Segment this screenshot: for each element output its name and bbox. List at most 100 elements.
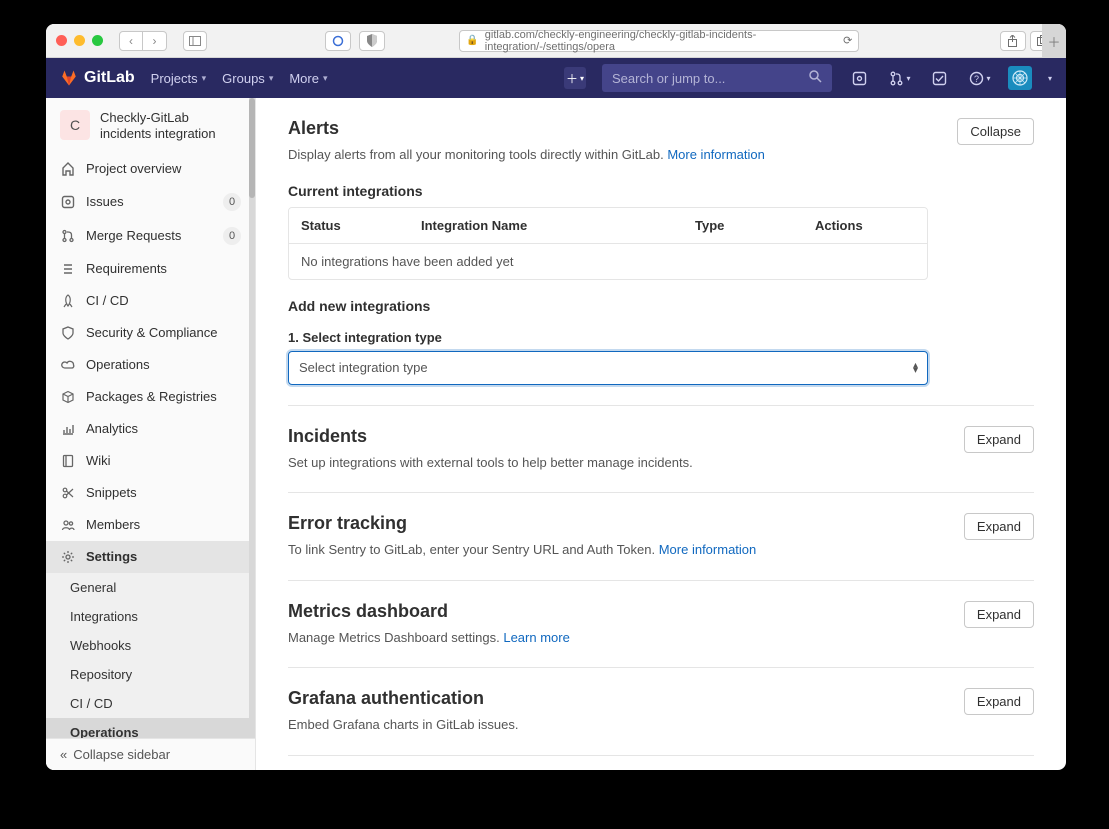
issue-icon (60, 194, 76, 210)
search-input[interactable] (612, 71, 809, 86)
todos-icon[interactable] (928, 71, 952, 86)
chevron-left-icon: « (60, 747, 67, 762)
chevron-down-icon: ▾ (202, 73, 207, 84)
metrics-more-link[interactable]: Learn more (503, 630, 569, 645)
sidebar-item-requirements[interactable]: Requirements (46, 253, 255, 285)
nav-groups[interactable]: Groups▾ (222, 71, 273, 86)
settings-sub-repository[interactable]: Repository (46, 660, 255, 689)
incidents-desc: Set up integrations with external tools … (288, 453, 964, 473)
close-window-icon[interactable] (56, 35, 67, 46)
settings-sub-webhooks[interactable]: Webhooks (46, 631, 255, 660)
issues-shortcut-icon[interactable] (848, 71, 872, 86)
alerts-desc: Display alerts from all your monitoring … (288, 145, 957, 165)
create-new-button[interactable]: ＋▾ (564, 67, 586, 89)
settings-sub-integrations[interactable]: Integrations (46, 602, 255, 631)
reload-icon[interactable]: ⟳ (843, 34, 852, 47)
sidebar-item-members[interactable]: Members (46, 509, 255, 541)
help-icon[interactable]: ? ▾ (968, 71, 992, 86)
new-tab-button[interactable]: ＋ (1042, 24, 1066, 58)
sidebar-item-settings[interactable]: Settings (46, 541, 255, 573)
chevron-down-icon: ▾ (906, 74, 910, 83)
integration-type-select-value[interactable]: Select integration type (288, 351, 928, 385)
shield-2-icon[interactable] (359, 31, 385, 51)
list-icon (60, 261, 76, 277)
project-header[interactable]: C Checkly-GitLab incidents integration (46, 98, 255, 153)
project-name: Checkly-GitLab incidents integration (100, 110, 216, 143)
merge-requests-shortcut-icon[interactable]: ▾ (888, 71, 912, 86)
section-metrics: Metrics dashboard Manage Metrics Dashboa… (288, 581, 1034, 669)
scissor-icon (60, 485, 76, 501)
svg-text:?: ? (974, 74, 979, 84)
sidebar-item-label: Security & Compliance (86, 325, 218, 340)
chevron-down-icon: ▾ (269, 73, 274, 84)
url-bar[interactable]: 🔒 gitlab.com/checkly-engineering/checkly… (459, 30, 859, 52)
gitlab-logo[interactable]: GitLab (60, 69, 135, 87)
metrics-expand-button[interactable]: Expand (964, 601, 1034, 628)
sidebar-scrollbar[interactable] (249, 98, 255, 738)
integration-type-select[interactable]: Select integration type ▴▾ (288, 351, 928, 385)
sidebar-item-packages-registries[interactable]: Packages & Registries (46, 381, 255, 413)
minimize-window-icon[interactable] (74, 35, 85, 46)
sidebar-item-label: Merge Requests (86, 228, 181, 243)
sidebar-item-label: Members (86, 517, 140, 532)
count-badge: 0 (223, 227, 241, 245)
chevron-down-icon: ▾ (323, 73, 328, 84)
sidebar-nav: Project overviewIssues0 Merge Requests 0 Re… (46, 153, 255, 739)
forward-button[interactable]: › (143, 31, 167, 51)
home-icon (60, 161, 76, 177)
chevron-down-icon: ▾ (1048, 74, 1052, 83)
project-sidebar: C Checkly-GitLab incidents integration P… (46, 98, 256, 770)
step-1-label: 1. Select integration type (288, 330, 928, 345)
settings-sub-operations[interactable]: Operations (46, 718, 255, 739)
section-jaeger: Jaeger tracing Expand (288, 756, 1034, 771)
sidebar-item-merge-requests[interactable]: Merge Requests 0 (46, 219, 255, 253)
scrollbar-thumb[interactable] (249, 98, 255, 198)
user-avatar[interactable] (1008, 66, 1032, 90)
grafana-expand-button[interactable]: Expand (964, 688, 1034, 715)
section-alerts: Alerts Display alerts from all your moni… (288, 118, 1034, 406)
back-button[interactable]: ‹ (119, 31, 143, 51)
error-expand-button[interactable]: Expand (964, 513, 1034, 540)
nav-more[interactable]: More▾ (289, 71, 327, 86)
col-status: Status (301, 218, 421, 233)
search-box[interactable] (602, 64, 832, 92)
sidebar-item-wiki[interactable]: Wiki (46, 445, 255, 477)
settings-sub-ci-cd[interactable]: CI / CD (46, 689, 255, 718)
search-icon (809, 70, 822, 86)
alerts-more-link[interactable]: More information (667, 147, 765, 162)
url-text: gitlab.com/checkly-engineering/checkly-g… (485, 29, 837, 53)
sidebar-item-label: Analytics (86, 421, 138, 436)
alerts-title: Alerts (288, 118, 957, 139)
sidebar-item-snippets[interactable]: Snippets (46, 477, 255, 509)
chevron-down-icon: ▾ (986, 74, 990, 83)
sidebar-item-project-overview[interactable]: Project overview (46, 153, 255, 185)
grafana-title: Grafana authentication (288, 688, 964, 709)
sidebar-item-security-compliance[interactable]: Security & Compliance (46, 317, 255, 349)
sidebar-item-label: Operations (86, 357, 150, 372)
share-icon[interactable] (1000, 31, 1026, 51)
maximize-window-icon[interactable] (92, 35, 103, 46)
sidebar-item-operations[interactable]: Operations (46, 349, 255, 381)
sidebar-toggle-button[interactable] (183, 31, 207, 51)
error-more-link[interactable]: More information (659, 542, 757, 557)
settings-content: Alerts Display alerts from all your moni… (256, 98, 1066, 770)
incidents-expand-button[interactable]: Expand (964, 426, 1034, 453)
sidebar-item-label: Settings (86, 549, 137, 564)
alerts-collapse-button[interactable]: Collapse (957, 118, 1034, 145)
add-new-integrations-heading: Add new integrations (288, 298, 928, 314)
count-badge: 0 (223, 193, 241, 211)
lock-icon: 🔒 (466, 35, 478, 46)
titlebar: ‹ › 🔒 gitlab.com/checkly-engineering/che… (46, 24, 1066, 58)
error-desc: To link Sentry to GitLab, enter your Sen… (288, 540, 964, 560)
nav-projects[interactable]: Projects▾ (151, 71, 207, 86)
sidebar-item-label: Packages & Registries (86, 389, 217, 404)
shield-1-icon[interactable] (325, 31, 351, 51)
settings-submenu: GeneralIntegrationsWebhooksRepositoryCI … (46, 573, 255, 739)
browser-window: ‹ › 🔒 gitlab.com/checkly-engineering/che… (46, 24, 1066, 770)
rocket-icon (60, 293, 76, 309)
settings-sub-general[interactable]: General (46, 573, 255, 602)
sidebar-item-analytics[interactable]: Analytics (46, 413, 255, 445)
sidebar-item-ci-cd[interactable]: CI / CD (46, 285, 255, 317)
sidebar-item-issues[interactable]: Issues0 (46, 185, 255, 219)
collapse-sidebar-button[interactable]: « Collapse sidebar (46, 738, 255, 770)
